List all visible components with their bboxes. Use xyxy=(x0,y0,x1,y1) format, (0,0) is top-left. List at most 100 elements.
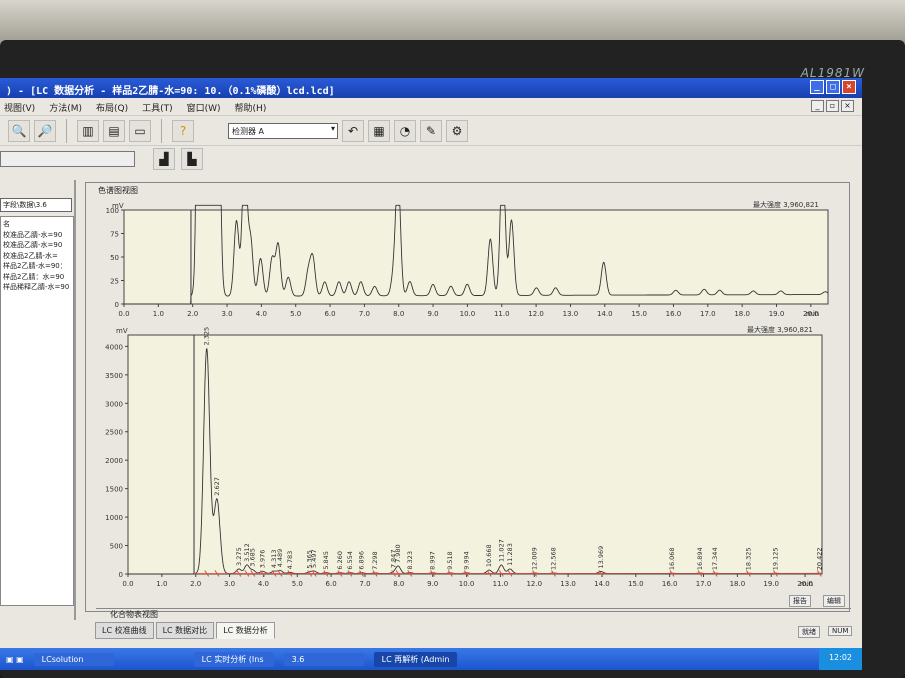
x-tick-label: 13.0 xyxy=(560,580,576,588)
plot-area xyxy=(123,209,829,305)
x-unit-label: min xyxy=(806,310,819,318)
x-tick-label: 8.0 xyxy=(393,580,404,588)
tab-analysis[interactable]: LC 数据分析 xyxy=(216,622,275,639)
edit-button[interactable]: 编辑 xyxy=(823,595,845,607)
toolbar: 🔍 🔎 ▥ ▤ ▭ ? 检测器 A ↶ ▦ ◔ ✎ ⚙ xyxy=(0,116,862,146)
task-lcsolution[interactable]: LCsolution xyxy=(33,652,114,666)
menu-bar: 视图(V) 方法(M) 布局(Q) 工具(T) 窗口(W) 帮助(H) _ ▫ × xyxy=(0,98,862,116)
status-num: NUM xyxy=(828,626,853,636)
peak-label: 11.027 xyxy=(497,539,505,562)
tab-bar: LC 校准曲线 LC 数据对比 LC 数据分析 xyxy=(95,622,275,639)
reanalysis-icon[interactable]: 🔎 xyxy=(34,119,56,142)
x-tick-label: 6.0 xyxy=(324,310,335,318)
x-tick-label: 18.0 xyxy=(730,580,746,588)
max-intensity-label: 最大强度 3,960,821 xyxy=(753,200,819,209)
tab-calibration[interactable]: LC 校准曲线 xyxy=(95,622,154,639)
plot-area xyxy=(127,334,823,575)
x-tick-label: 13.0 xyxy=(563,310,579,318)
tab-compare[interactable]: LC 数据对比 xyxy=(155,622,215,639)
analysis-icon[interactable]: 🔍 xyxy=(8,119,30,142)
x-tick-label: 0.0 xyxy=(122,580,133,588)
mdi-minimize-button[interactable]: _ xyxy=(811,100,824,112)
x-tick-label: 0.0 xyxy=(118,310,129,318)
x-tick-label: 10.0 xyxy=(460,310,476,318)
mdi-restore-button[interactable]: ▫ xyxy=(826,100,839,112)
x-tick-label: 7.0 xyxy=(359,310,370,318)
menu-help[interactable]: 帮助(H) xyxy=(235,101,267,114)
settings-icon[interactable]: ⚙ xyxy=(446,119,468,142)
chromatogram-view-title: 色谱图视图 xyxy=(98,186,138,195)
minimize-button[interactable]: _ xyxy=(810,80,824,94)
peak-label: 5.845 xyxy=(322,551,330,570)
quicklaunch-icon[interactable]: ▣ ▣ xyxy=(6,655,24,664)
x-tick-label: 9.0 xyxy=(428,310,439,318)
peak-label: 16.894 xyxy=(696,547,704,570)
y-tick-label: 3000 xyxy=(105,400,123,408)
x-tick-label: 17.0 xyxy=(700,310,716,318)
status-ready: 就绪 xyxy=(798,626,820,638)
path-field[interactable] xyxy=(0,151,135,167)
task-folder[interactable]: 3.6 xyxy=(283,652,364,666)
y-tick-label: 2000 xyxy=(105,457,123,465)
peak-label: 3.685 xyxy=(249,548,257,567)
edit-chart-icon[interactable]: ✎ xyxy=(420,119,442,142)
layout-window-icon[interactable]: ▭ xyxy=(129,119,151,142)
peak-label: 4.783 xyxy=(286,551,294,570)
x-tick-label: 16.0 xyxy=(662,580,678,588)
factory-icon[interactable]: ▟ xyxy=(153,148,175,170)
peak-label: 12.568 xyxy=(549,547,557,570)
list-item[interactable]: 样品2乙腈-水=90： xyxy=(3,261,71,272)
peak-label: 5.497 xyxy=(310,549,318,568)
y-unit-label: mV xyxy=(116,327,128,335)
maximize-button[interactable]: □ xyxy=(826,80,840,94)
x-tick-label: 5.0 xyxy=(292,580,303,588)
report-button[interactable]: 报告 xyxy=(789,595,811,607)
list-item[interactable]: 校准品乙腈-水=90 xyxy=(3,240,71,251)
x-tick-label: 4.0 xyxy=(258,580,269,588)
y-tick-label: 4000 xyxy=(105,343,123,351)
x-tick-label: 14.0 xyxy=(597,310,613,318)
y-tick-label: 2500 xyxy=(105,429,123,437)
help-icon[interactable]: ? xyxy=(172,119,194,142)
x-tick-label: 4.0 xyxy=(256,310,267,318)
y-tick-label: 0 xyxy=(115,301,119,309)
x-tick-label: 18.0 xyxy=(734,310,750,318)
y-tick-label: 3500 xyxy=(105,372,123,380)
y-tick-label: 75 xyxy=(110,231,119,239)
menu-tools[interactable]: 工具(T) xyxy=(142,101,173,114)
task-realtime[interactable]: LC 实时分析 (Ins xyxy=(193,651,274,667)
mdi-close-button[interactable]: × xyxy=(841,100,854,112)
list-item[interactable]: 样品稀释乙腈-水=90 xyxy=(3,282,71,293)
menu-view[interactable]: 视图(V) xyxy=(4,101,35,114)
peak-label: 18.325 xyxy=(744,547,752,570)
close-button[interactable]: × xyxy=(842,80,856,94)
peak-label: 10.668 xyxy=(485,544,493,567)
y-tick-label: 0 xyxy=(119,571,123,579)
chromatogram-chart: 最大强度 3,960,821 mV 0 25 50 75 100 0.0 1.0 2.0 3.0 4.… xyxy=(105,200,829,588)
folder-combo[interactable]: 字段\数据\3.6 xyxy=(0,198,72,212)
list-item[interactable]: 校准品乙腈-水=90 xyxy=(3,230,71,241)
menu-method[interactable]: 方法(M) xyxy=(49,101,82,114)
peak-label: 13.969 xyxy=(597,546,605,569)
layout-left-icon[interactable]: ▥ xyxy=(77,119,99,142)
detector-select[interactable]: 检测器 A xyxy=(228,122,338,139)
taskbar: ▣ ▣ LCsolution LC 实时分析 (Ins 3.6 LC 再解析 (… xyxy=(0,648,862,670)
peak-label: 8.323 xyxy=(406,551,414,570)
list-item[interactable]: 校准品2乙腈-水= xyxy=(3,251,71,262)
y-tick-label: 50 xyxy=(110,254,119,262)
x-tick-label: 11.0 xyxy=(493,580,509,588)
factory-grey-icon[interactable]: ▙ xyxy=(181,148,203,170)
layout-bottom-icon[interactable]: ▤ xyxy=(103,119,125,142)
integration-icon[interactable]: ◔ xyxy=(394,119,416,142)
x-tick-label: 2.0 xyxy=(190,580,201,588)
peak-label: 6.554 xyxy=(346,551,354,570)
menu-window[interactable]: 窗口(W) xyxy=(187,101,221,114)
undo-icon[interactable]: ↶ xyxy=(342,119,364,142)
clock: 12:02 xyxy=(818,648,862,670)
screen: ) - [LC 数据分析 - 样品2乙腈-水=90: 10.（0.1%磷酸）lc… xyxy=(0,78,862,670)
x-tick-label: 1.0 xyxy=(156,580,167,588)
task-reanalysis[interactable]: LC 再解析 (Admin xyxy=(373,651,458,667)
menu-layout[interactable]: 布局(Q) xyxy=(96,101,128,114)
list-item[interactable]: 样品2乙腈：水=90 xyxy=(3,272,71,283)
peak-table-icon[interactable]: ▦ xyxy=(368,119,390,142)
